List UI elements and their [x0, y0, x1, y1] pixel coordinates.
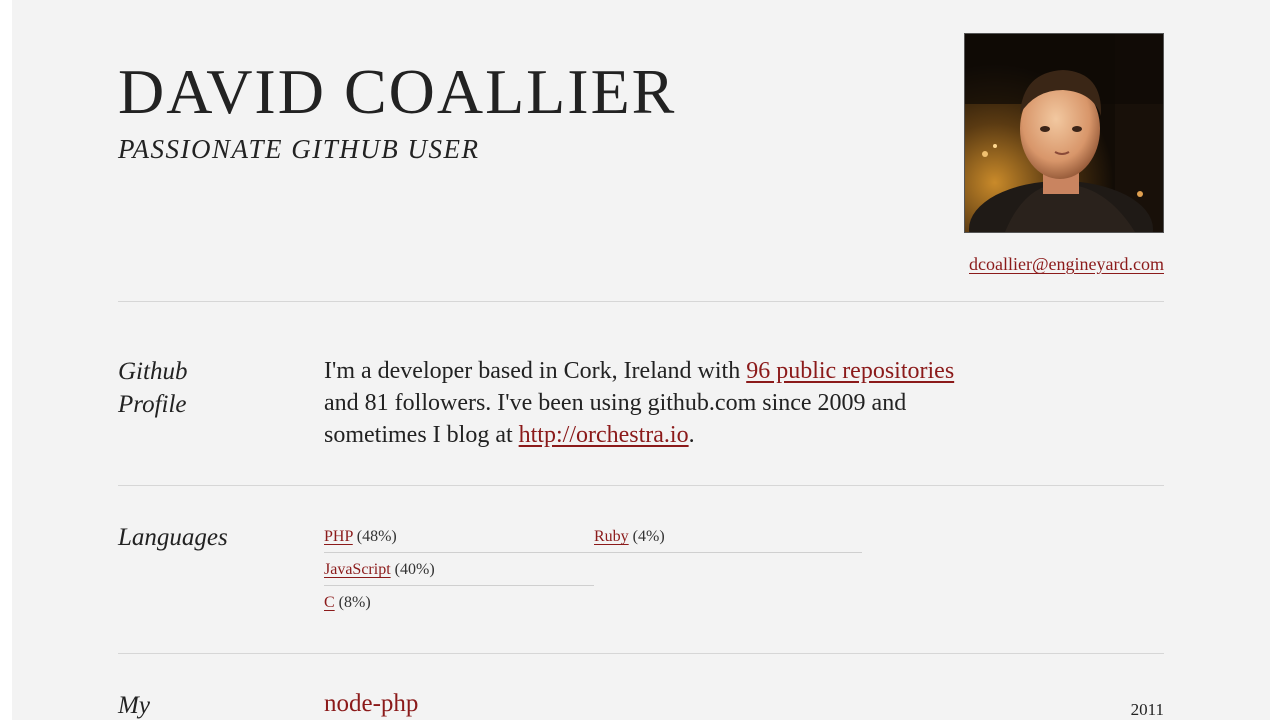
language-percent-php: (48%)	[356, 528, 397, 545]
profile-text-part1: I'm a developer based in Cork, Ireland w…	[324, 358, 747, 384]
tagline: PASSIONATE GITHUB USER	[118, 134, 480, 164]
language-link-c[interactable]: C	[324, 594, 335, 611]
language-link-php[interactable]: PHP	[324, 528, 353, 545]
blog-link[interactable]: http://orchestra.io	[519, 422, 689, 448]
profile-text-part3: .	[688, 422, 695, 448]
avatar-photo	[965, 34, 1163, 232]
section-label-github-profile: Github Profile	[118, 355, 187, 421]
avatar	[964, 33, 1164, 233]
divider	[118, 653, 1164, 654]
section-label-line1: Github	[118, 358, 188, 385]
language-item-javascript: JavaScript (40%)	[324, 560, 435, 580]
language-item-php: PHP (48%)	[324, 527, 397, 547]
language-link-ruby[interactable]: Ruby	[594, 528, 629, 545]
section-label-line2: Profile	[118, 391, 187, 418]
divider	[118, 301, 1164, 302]
language-bar-php	[324, 552, 862, 553]
email-link[interactable]: dcoallier@engineyard.com	[969, 254, 1164, 275]
section-label-languages: Languages	[118, 524, 228, 551]
language-link-javascript[interactable]: JavaScript	[324, 561, 391, 578]
resume-page: DAVID COALLIER PASSIONATE GITHUB USER dc…	[12, 0, 1270, 720]
divider	[118, 485, 1164, 486]
profile-summary: I'm a developer based in Cork, Ireland w…	[324, 355, 964, 451]
project-year: 2011	[1130, 700, 1164, 719]
language-item-ruby: Ruby (4%)	[594, 527, 665, 547]
repositories-link[interactable]: 96 public repositories	[746, 358, 954, 384]
section-label-projects: My	[118, 692, 150, 719]
language-percent-javascript: (40%)	[394, 561, 435, 578]
language-percent-c: (8%)	[338, 594, 371, 611]
language-item-c: C (8%)	[324, 593, 371, 613]
project-title-link[interactable]: node-php	[324, 690, 418, 718]
page-title: DAVID COALLIER	[118, 56, 677, 127]
language-percent-ruby: (4%)	[632, 528, 665, 545]
language-bar-javascript	[324, 585, 594, 586]
